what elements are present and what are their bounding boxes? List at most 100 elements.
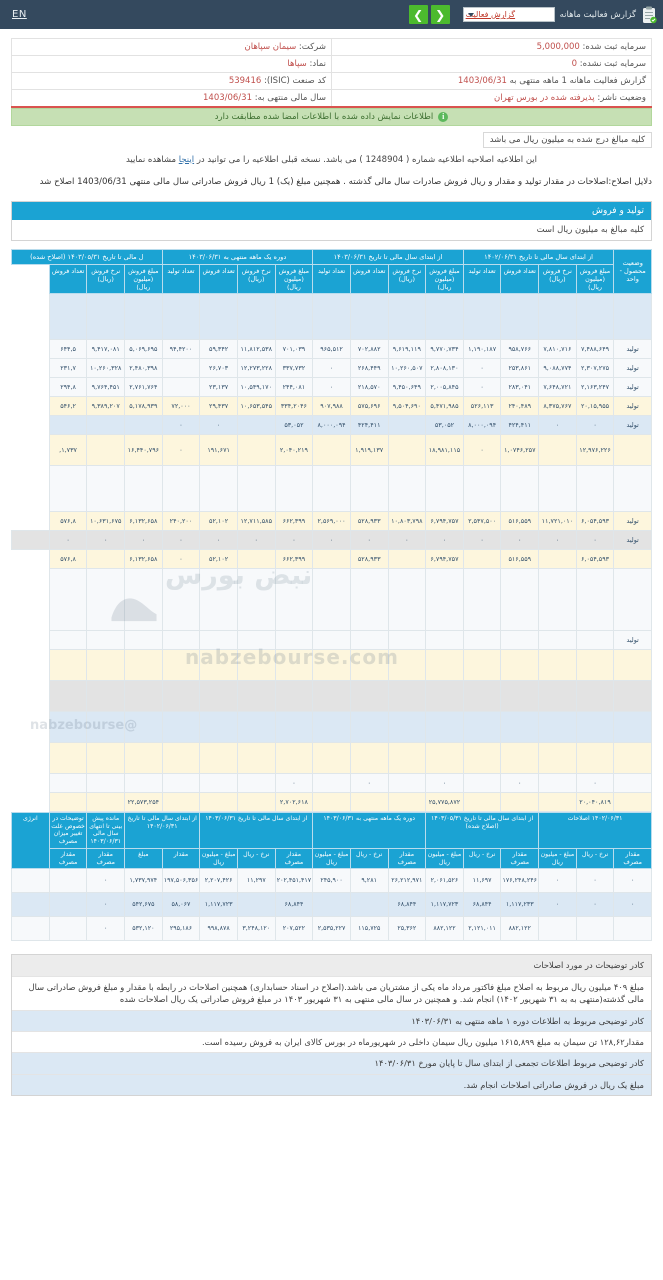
data-cell: ۰: [86, 868, 126, 894]
data-cell: [425, 464, 464, 512]
data-cell: [199, 648, 238, 681]
data-cell: ۶۸,۸۴۴: [274, 892, 314, 918]
table-row: ۰ ۰ ۰ ۱۷۶,۲۴۸,۲۴۶ ۱۱,۶۹۷ ۲,۰۶۱,۵۲۶ ۲۶,۲۱۲,۹۷۱ ۹…: [11, 868, 652, 894]
data-cell: [387, 629, 427, 650]
data-cell: ۵۹,۳۴۲: [199, 338, 238, 359]
data-cell: ۹۵۸,۷۶۶: [500, 338, 540, 359]
data-cell: ۲۰۲,۴۵۱,۴۱۷: [274, 868, 314, 894]
data-cell: ۶,۱۳۲,۶۵۸: [124, 548, 163, 569]
data-cell: [387, 679, 427, 712]
data-cell: [538, 433, 577, 466]
data-cell: [86, 464, 126, 512]
data-cell: [312, 567, 351, 631]
data-cell: ۸,۰۰۰,۰۹۴: [462, 414, 502, 435]
data-cell: [575, 648, 615, 681]
data-cell: [425, 292, 464, 340]
data-cell: [387, 464, 427, 512]
table-row: ۰ ۰ ۰ ۱,۱۱۷,۲۳۳ ۶۸,۸۴۴ ۱,۱۱۷,۷۲۳ ۶۸,۸۴۴ ۶۸,۸۴۴ ۱…: [11, 892, 652, 918]
data-cell: ۶۸,۸۴۴: [387, 892, 427, 918]
data-cell: [11, 892, 50, 918]
data-cell: [48, 414, 88, 435]
data-cell: ۴۲۴,۴۱۱: [500, 414, 540, 435]
data-cell: [312, 772, 351, 793]
energy-group-header: ۱۴۰۲/۰۶/۳۱ اصلاحات: [538, 811, 652, 849]
production-column-header: تعداد تولید: [462, 263, 502, 294]
correction-notes-header: کادر توضیحات در مورد اصلاحات: [12, 955, 651, 977]
info-icon: i: [438, 111, 449, 122]
data-cell: ۶,۰۵۴,۵۹۳: [575, 548, 615, 569]
table-row: تولید ۲,۱۶۳,۲۴۷ ۷,۶۴۸,۷۲۱ ۲۸۳,۰۴۱ ۰ ۲,۰۰۵,۸۴۵…: [12, 376, 652, 397]
correction-notice-mid: ) می باشد. نسخه قبلی اطلاعیه را می توانی…: [196, 154, 363, 165]
production-table-head: وضعیت محصول - واحد از ابتدای سال مالی تا …: [11, 248, 652, 294]
product-status-cell: [613, 741, 652, 774]
product-status-cell: [613, 464, 652, 512]
data-cell: [236, 567, 276, 631]
data-cell: [161, 772, 201, 793]
table-row: سرمایه ثبت شده: 5,000,000 شرکت: سیمان سپ…: [11, 38, 652, 56]
language-toggle-button[interactable]: EN: [8, 9, 27, 20]
topbar-right-group: گزارش فعالیت ماهانه گزارش فعالیت ❮ ❯: [408, 5, 657, 24]
production-group-header: دوره یک ماهه منتهی به ۱۴۰۳/۰۶/۳۱: [161, 248, 314, 265]
data-cell: ۲۶۸,۴۴۹: [349, 357, 389, 378]
data-cell: ۵,۴۷۱,۹۸۵: [425, 395, 464, 416]
data-cell: ۲,۱۶۳,۲۴۷: [575, 376, 615, 397]
data-cell: ۱۰,۵۴۹,۱۷۰: [236, 376, 276, 397]
energy-column-header: مبلغ - میلیون ریال: [538, 847, 577, 870]
top-bar: گزارش فعالیت ماهانه گزارش فعالیت ❮ ❯ EN: [0, 0, 663, 29]
previous-announcement-link[interactable]: اینجا: [179, 155, 194, 165]
data-cell: ۹۰۷,۹۸۸: [312, 395, 351, 416]
data-cell: ۲۴۴,۰۸۱: [274, 376, 314, 397]
energy-column-header: مبلغ - میلیون ریال: [199, 847, 238, 870]
production-group-header: از ابتدای سال مالی تا تاریخ ۱۴۰۳/۰۶/۳۱: [312, 248, 464, 265]
data-cell: [312, 741, 351, 774]
next-button[interactable]: ❯: [408, 5, 428, 24]
production-table-wrap: وضعیت محصول - واحد از ابتدای سال مالی تا …: [0, 248, 663, 812]
data-cell: [48, 741, 88, 774]
data-cell: [462, 548, 502, 569]
data-cell: [161, 679, 201, 712]
data-cell: ۲,۰۴۰,۲۱۹: [274, 433, 314, 466]
production-column-header: نرخ فروش (ریال): [538, 263, 577, 294]
data-cell: [575, 741, 615, 774]
energy-column-header: نرخ - ریال: [236, 847, 276, 870]
correction-reason-text: دلایل اصلاح:اصلاحات در مقدار تولید و مقد…: [39, 176, 652, 187]
data-cell: ۵۲۸,۹۳۳: [349, 510, 389, 531]
data-cell: ۰: [312, 357, 351, 378]
isic-cell: کد صنعت (ISIC): 539416: [11, 72, 332, 90]
energy-group-header: مانده پیش بینی تا انتهای سال مالی ۱۴۰۳/۰…: [86, 811, 126, 849]
energy-section-title: انرژی: [11, 811, 50, 870]
data-cell: ۹,۷۶۴,۴۵۱: [86, 376, 126, 397]
production-column-header: نرخ فروش (ریال): [387, 263, 427, 294]
production-column-header: مبلغ فروش (میلیون ریال): [274, 263, 314, 294]
data-cell: ۱۹۷,۵۰۶,۳۵۶: [161, 868, 201, 894]
energy-table-head: ۱۴۰۲/۰۶/۳۱ اصلاحات از ابتدای سال مالی تا …: [11, 811, 652, 870]
data-cell: [48, 710, 88, 743]
data-cell: [236, 791, 276, 812]
data-cell: [500, 791, 540, 812]
data-cell: [161, 567, 201, 631]
energy-column-header: مقدار مصرف: [274, 847, 314, 870]
data-cell: [236, 464, 276, 512]
data-cell: ۰: [462, 357, 502, 378]
data-cell: ۲۴۰,۴۸۹: [500, 395, 540, 416]
nav-buttons: ❮ ❯: [408, 5, 450, 24]
production-column-header-row: مبلغ فروش (میلیون ریال) نرخ فروش (ریال) تع…: [12, 263, 652, 294]
data-cell: [575, 567, 615, 631]
data-cell: [500, 292, 540, 340]
table-row: تولید: [12, 629, 652, 650]
data-cell: ۰: [86, 892, 126, 918]
data-cell: [349, 292, 389, 340]
data-cell: ۰: [425, 529, 464, 550]
data-cell: [86, 772, 126, 793]
data-cell: [11, 529, 50, 550]
table-row: تولید ۲۰,۱۵,۹۵۵ ۸,۳۷۵,۷۶۷ ۲۴۰,۴۸۹ ۵۲۶,۱۱۳ ۵,۴…: [12, 395, 652, 416]
company-value: سیمان سپاهان: [244, 42, 297, 52]
production-column-header: تعداد فروش: [48, 263, 88, 294]
correction-note-3: مقدار۱۲۸,۶۲ تن سیمان به مبلغ ۱۶۱۵,۸۹۹ می…: [12, 1032, 651, 1054]
prev-button[interactable]: ❮: [430, 5, 450, 24]
data-cell: [575, 710, 615, 743]
data-cell: ۹۴,۴۲۰۰: [161, 338, 201, 359]
data-cell: ۶,۱۳۲,۶۵۸: [124, 510, 163, 531]
data-cell: [387, 548, 427, 569]
report-type-select[interactable]: گزارش فعالیت: [462, 7, 555, 22]
